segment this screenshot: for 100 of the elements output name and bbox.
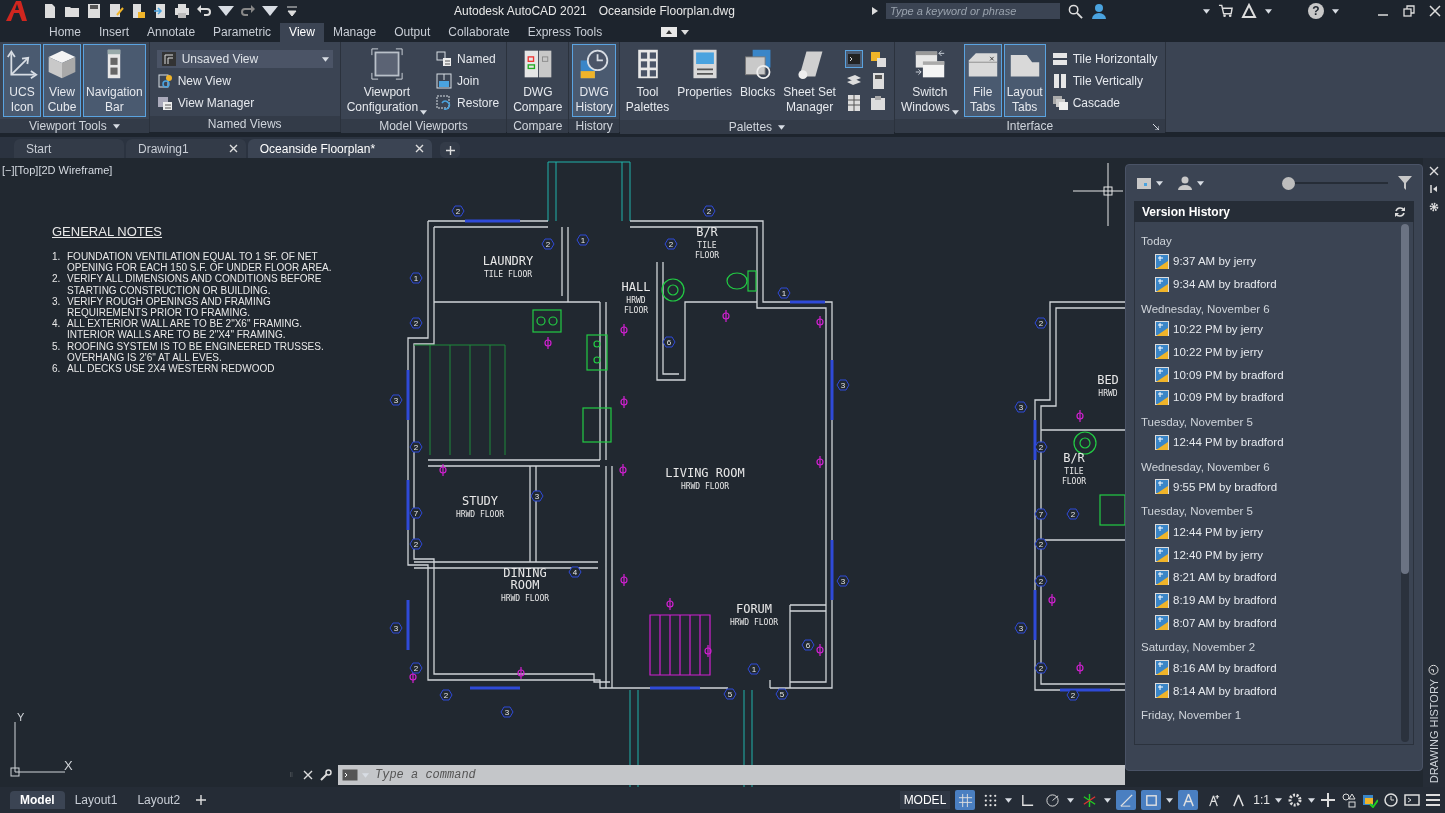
user-icon[interactable]	[1177, 176, 1193, 190]
document-tab[interactable]: Oceanside Floorplan*	[247, 139, 433, 158]
ribbon-button[interactable]: Named	[436, 50, 500, 68]
new-tab-button[interactable]	[440, 142, 461, 158]
version-entry[interactable]: 12:44 PM by jerry	[1141, 520, 1397, 544]
ribbon-button[interactable]: Restore	[436, 94, 500, 112]
command-input[interactable]: Type a command	[373, 767, 1125, 783]
undo-icon[interactable]	[196, 3, 212, 19]
version-entry[interactable]: 8:21 AM by bradford	[1141, 565, 1397, 589]
ribbon-tab[interactable]: Manage	[323, 23, 386, 42]
close-icon[interactable]	[1429, 166, 1439, 176]
layout-tab[interactable]: Layout2	[127, 791, 191, 809]
app-logo-icon[interactable]	[4, 0, 30, 22]
close-icon[interactable]	[1429, 5, 1441, 17]
status-toggle[interactable]	[1141, 790, 1162, 810]
ribbon-button[interactable]: Cascade	[1051, 94, 1158, 112]
search-icon[interactable]	[1068, 3, 1083, 19]
version-entry[interactable]: 8:16 AM by bradford	[1141, 656, 1397, 680]
pin-icon[interactable]	[1429, 184, 1439, 194]
ribbon-button[interactable]: View Cube	[43, 44, 81, 117]
ribbon-tab[interactable]: Output	[385, 23, 440, 42]
ribbon-tab[interactable]: Annotate	[138, 23, 205, 42]
markup-icon[interactable]	[868, 50, 887, 68]
shapes-icon[interactable]	[1341, 792, 1357, 808]
ribbon-button[interactable]: Navigation Bar	[83, 44, 146, 117]
version-entry[interactable]: 9:37 AM by jerry	[1141, 250, 1397, 273]
settings-icon[interactable]	[1429, 202, 1439, 212]
redo-icon[interactable]	[240, 3, 256, 19]
version-entry[interactable]: 10:22 PM by jerry	[1141, 317, 1397, 341]
ribbon-button[interactable]: DWG Compare	[510, 44, 566, 117]
version-entry[interactable]: 10:09 PM by bradford	[1141, 363, 1397, 386]
close-icon[interactable]	[228, 144, 238, 153]
ribbon-button[interactable]: Viewport Configuration	[343, 44, 431, 117]
ribbon-button[interactable]: Switch Windows	[897, 44, 962, 117]
launcher-arrow-icon[interactable]	[1152, 124, 1159, 130]
clipboard-icon[interactable]	[868, 94, 887, 112]
phone-folder-icon[interactable]	[130, 3, 146, 19]
version-entry[interactable]: 9:55 PM by bradford	[1141, 475, 1397, 499]
printer-icon[interactable]	[174, 3, 190, 19]
ribbon-button[interactable]: UCS Icon	[3, 44, 41, 117]
status-toggle[interactable]	[1178, 790, 1199, 810]
ribbon-button[interactable]: Tool Palettes	[622, 44, 673, 118]
document-tab[interactable]: Drawing1	[126, 139, 246, 158]
model-space-button[interactable]: MODEL	[899, 791, 951, 809]
ribbon-tab[interactable]: View	[280, 23, 324, 42]
plus-icon[interactable]	[1320, 792, 1336, 808]
filter-icon[interactable]	[1398, 176, 1412, 190]
ribbon-button[interactable]: New View	[156, 72, 333, 90]
ribbon-tab[interactable]: Parametric	[204, 23, 281, 42]
settings-icon[interactable]	[1287, 792, 1303, 808]
version-entry[interactable]: 12:44 PM by bradford	[1141, 430, 1397, 454]
version-entry[interactable]: 8:07 AM by bradford	[1141, 611, 1397, 635]
ribbon-button[interactable]: DWG History	[572, 44, 616, 117]
ribbon-button[interactable]: Blocks	[736, 44, 779, 118]
ribbon-tab[interactable]: Insert	[90, 23, 139, 42]
clock-icon[interactable]	[1383, 792, 1399, 808]
viewport-controls[interactable]: [−][Top][2D Wireframe]	[2, 164, 113, 176]
customize-menu-icon[interactable]	[284, 3, 300, 19]
document-tab[interactable]: Start	[14, 139, 124, 158]
new-file-icon[interactable]	[42, 3, 58, 19]
status-toggle[interactable]	[1116, 790, 1137, 810]
help-button[interactable]: ?	[1308, 3, 1324, 19]
palette-title-tab[interactable]: DRAWING HISTORY	[1428, 663, 1440, 783]
layers-check-icon[interactable]	[1362, 792, 1378, 808]
ribbon-button[interactable]: Properties	[674, 44, 735, 118]
ribbon-button[interactable]: View Manager	[156, 94, 333, 112]
version-entry[interactable]: 10:09 PM by bradford	[1141, 386, 1397, 409]
layout-tab[interactable]: Layout1	[64, 791, 128, 809]
version-entry[interactable]: 12:40 PM by jerry	[1141, 543, 1397, 566]
menu-icon[interactable]	[1425, 792, 1441, 808]
fullscreen-icon[interactable]	[1404, 792, 1420, 808]
connect-icon[interactable]	[1241, 3, 1257, 19]
ribbon-button[interactable]: Tile Horizontally	[1051, 50, 1158, 68]
ribbon-button[interactable]: File Tabs	[963, 44, 1002, 117]
slider-thumb[interactable]	[1282, 176, 1295, 190]
ribbon-tab[interactable]: Express Tools	[518, 23, 612, 42]
command-bar[interactable]: Type a command	[338, 765, 1125, 785]
version-entry[interactable]: 10:22 PM by jerry	[1141, 340, 1397, 364]
ribbon-button[interactable]: Tile Vertically	[1051, 72, 1158, 90]
ribbon-button[interactable]: Join	[436, 72, 500, 90]
expand-arrow-icon[interactable]	[872, 7, 878, 15]
cart-icon[interactable]	[1218, 4, 1233, 18]
wrench-icon[interactable]	[320, 769, 332, 781]
close-icon[interactable]	[415, 144, 425, 153]
refresh-icon[interactable]	[1394, 205, 1406, 218]
add-layout-icon[interactable]	[196, 795, 207, 805]
version-entry[interactable]: 9:34 AM by bradford	[1141, 272, 1397, 296]
ribbon-button[interactable]: Layout Tabs	[1003, 44, 1046, 117]
version-entry[interactable]: 8:14 AM by bradford	[1141, 679, 1397, 702]
user-icon[interactable]	[1091, 3, 1107, 19]
version-entry[interactable]: 8:19 AM by bradford	[1141, 588, 1397, 612]
panel-title[interactable]: Palettes	[619, 120, 894, 134]
ribbon-tab[interactable]: Home	[40, 23, 90, 42]
save-as-icon[interactable]	[108, 3, 124, 19]
ribbon-button[interactable]: Sheet Set Manager	[780, 44, 839, 118]
calendar-icon[interactable]	[1136, 176, 1152, 190]
layout-tab[interactable]: Model	[10, 791, 65, 809]
scrollbar[interactable]	[1401, 224, 1409, 742]
close-icon[interactable]	[302, 769, 314, 781]
annotation-scale[interactable]: 1:1	[1253, 793, 1270, 807]
